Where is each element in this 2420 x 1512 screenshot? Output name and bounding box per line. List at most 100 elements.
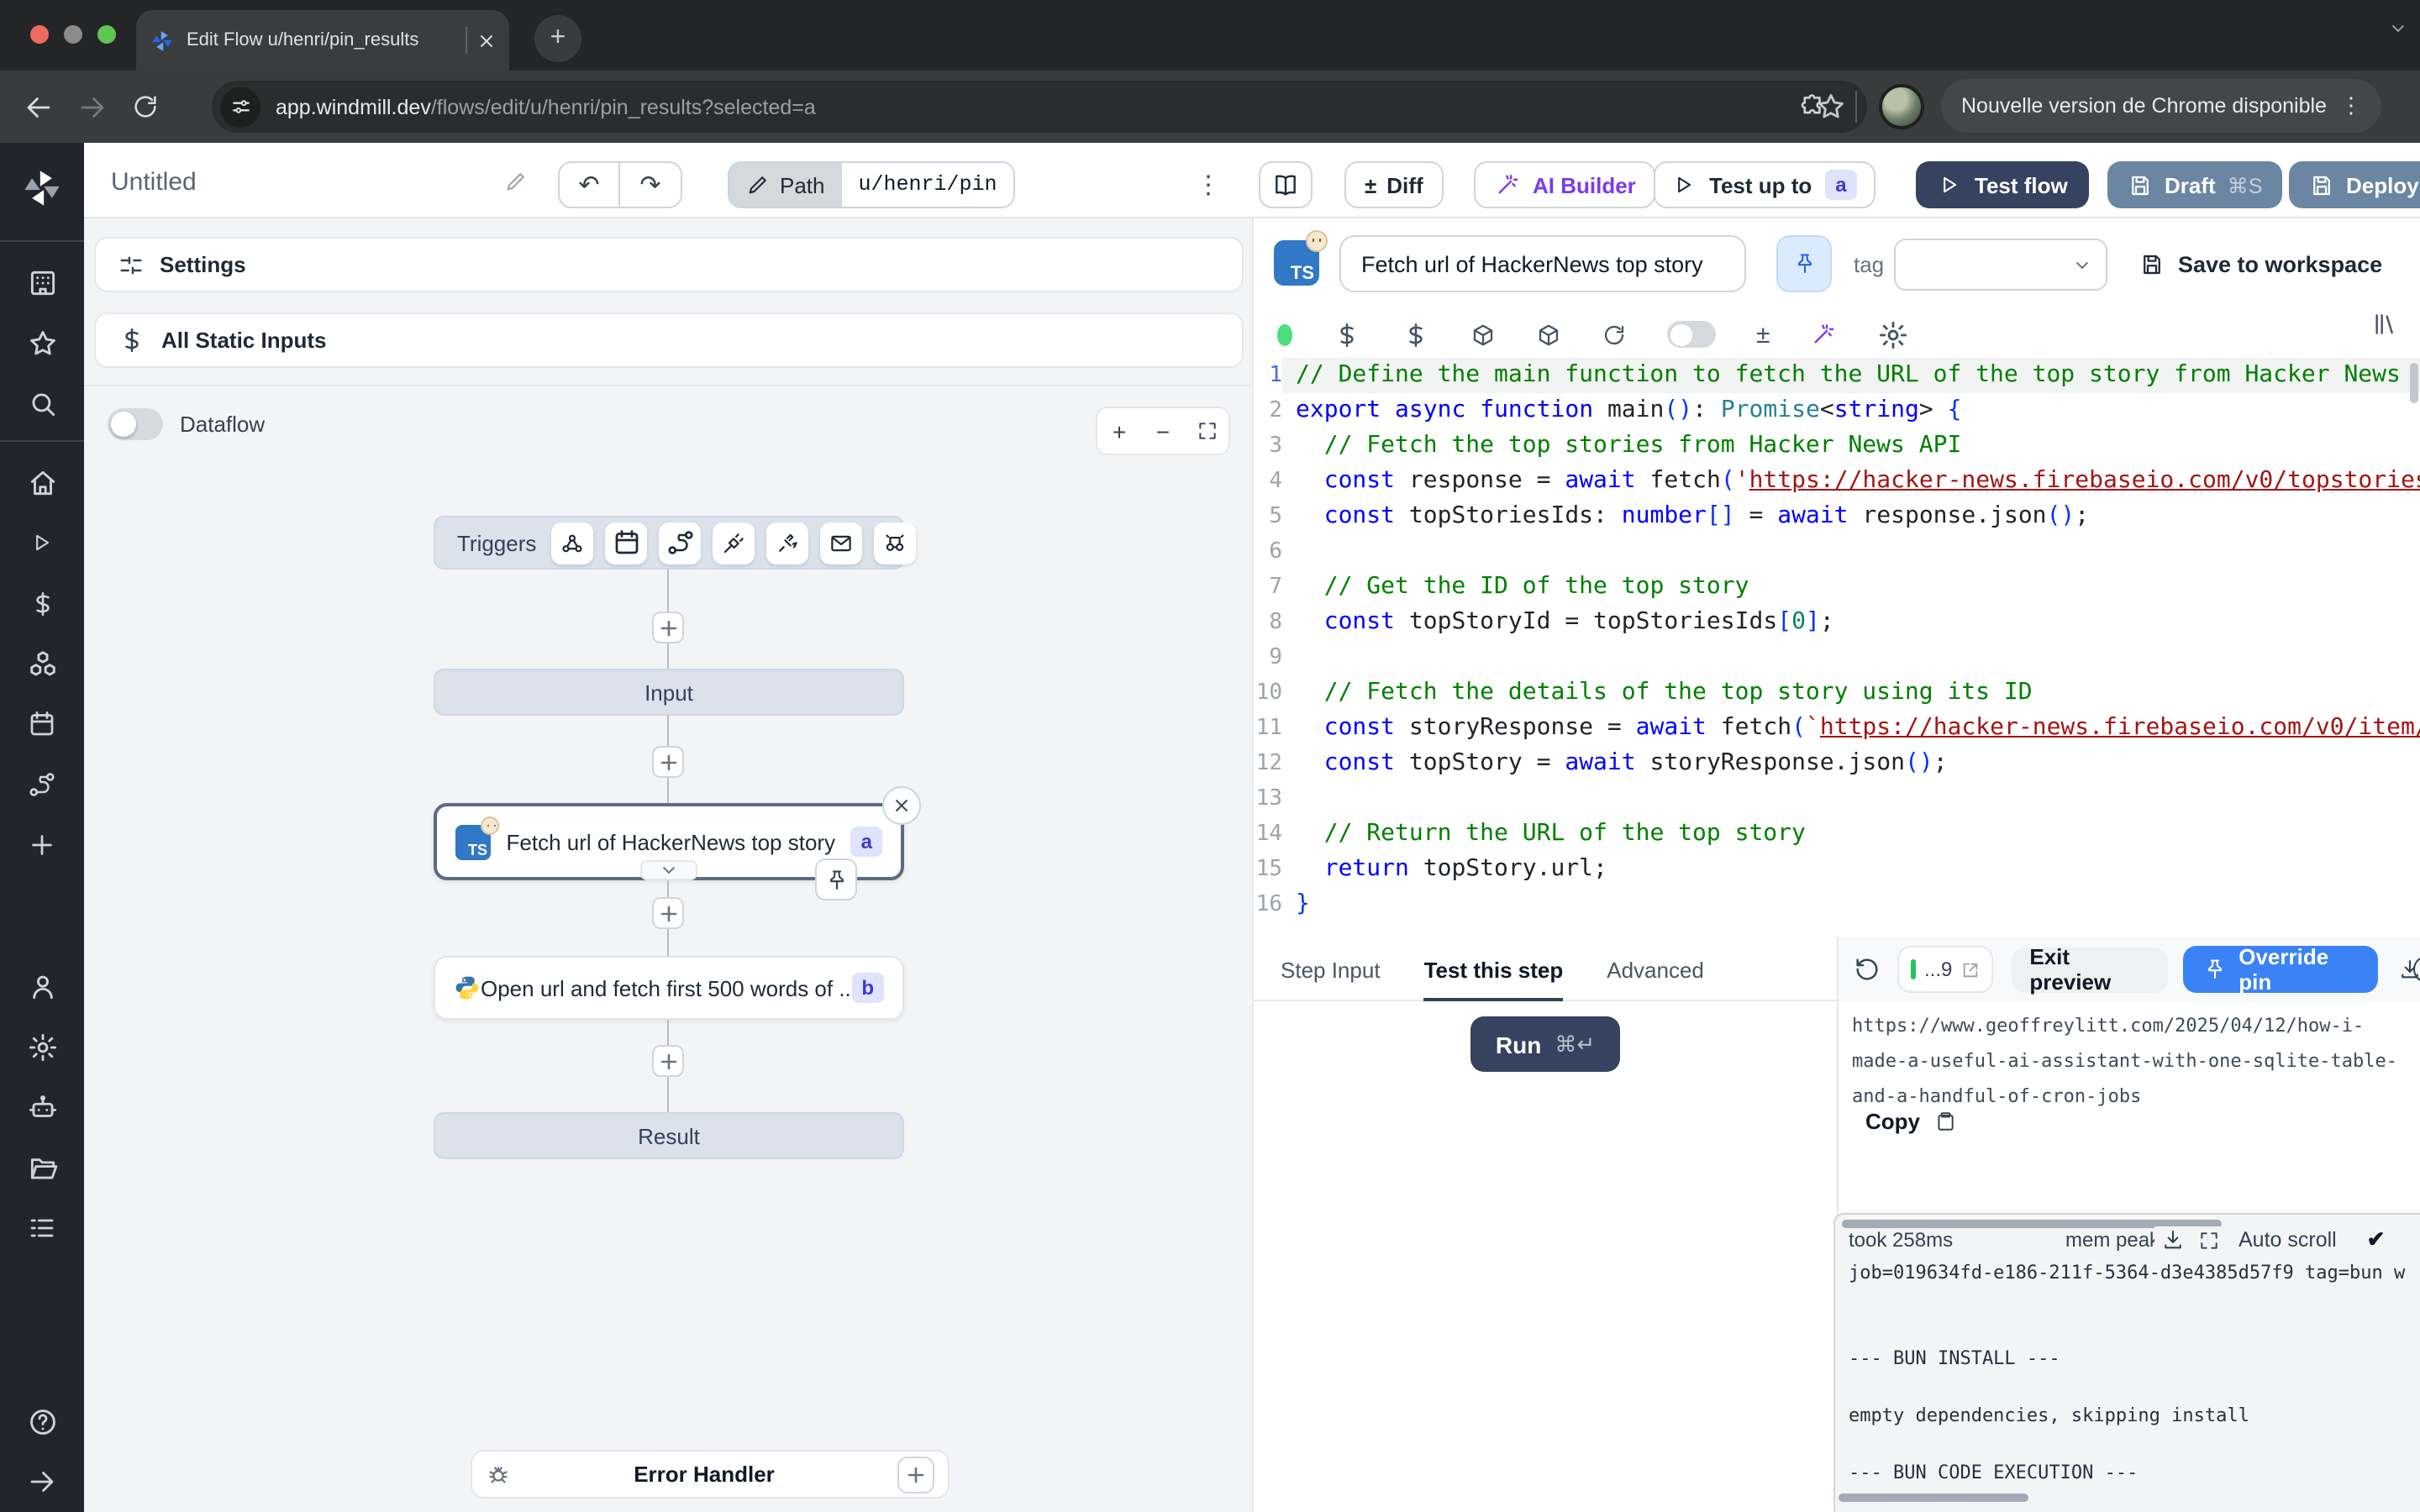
back-button[interactable] [24, 92, 54, 122]
code-line-1[interactable]: 1// Define the main function to fetch th… [1254, 358, 2420, 393]
library-icon[interactable] [2371, 311, 2398, 338]
sidebar-item-home[interactable] [12, 452, 72, 512]
all-static-inputs-row[interactable]: All Static Inputs [94, 312, 1244, 368]
editor-scrollbar[interactable] [2410, 363, 2418, 403]
logs-scrollbar-bottom[interactable] [1839, 1494, 2028, 1502]
code-line-16[interactable]: 16} [1254, 887, 2420, 922]
code-line-9[interactable]: 9 [1254, 640, 2420, 675]
window-minimize-button[interactable] [64, 25, 82, 44]
site-settings-chip[interactable] [220, 87, 260, 127]
plusminus-icon[interactable]: ± [1756, 322, 1770, 347]
window-close-button[interactable] [30, 25, 49, 44]
sidebar-item-schedules[interactable] [12, 694, 72, 754]
more-menu-button[interactable]: ⋮ [1188, 163, 1228, 207]
insert-step-button[interactable] [652, 1045, 684, 1077]
test-up-to-button[interactable]: Test up toa [1654, 161, 1876, 208]
package-icon[interactable] [1536, 322, 1561, 347]
tab-advanced[interactable]: Advanced [1607, 937, 1704, 1001]
zoom-in-button[interactable]: + [1097, 410, 1141, 452]
deploy-button[interactable]: Deploy [2289, 161, 2420, 208]
dollar-icon[interactable] [1402, 320, 1430, 349]
trigger-plug-bolt-icon[interactable] [766, 522, 808, 564]
new-tab-button[interactable]: + [534, 15, 581, 62]
sidebar-item-create[interactable] [12, 815, 72, 875]
sidebar-item-account[interactable] [12, 956, 72, 1016]
pin-toggle-button[interactable] [1776, 235, 1832, 292]
copy-result-button[interactable]: Copy [1865, 1109, 1955, 1134]
redo-button[interactable]: ↷ [620, 161, 682, 208]
window-maximize-button[interactable] [97, 25, 116, 44]
insert-step-button[interactable] [652, 612, 684, 643]
add-error-handler-button[interactable] [897, 1456, 934, 1493]
tag-select[interactable] [1894, 239, 2107, 291]
collapse-node-button[interactable] [640, 860, 697, 880]
expand-logs-icon[interactable] [2198, 1229, 2220, 1251]
forward-button[interactable] [77, 92, 108, 122]
step-node-a[interactable]: TS Fetch url of HackerNews top story a [434, 803, 904, 880]
address-bar[interactable]: app.windmill.dev/flows/edit/u/henri/pin_… [212, 81, 1867, 133]
sidebar-item-workspace[interactable] [12, 252, 72, 312]
profile-avatar[interactable] [1879, 84, 1924, 129]
code-line-4[interactable]: 4 const response = await fetch('https://… [1254, 464, 2420, 499]
sidebar-item-resources[interactable] [12, 633, 72, 694]
error-handler-node[interactable]: Error Handler [471, 1450, 950, 1499]
fit-view-button[interactable] [1185, 410, 1228, 452]
trigger-poll-icon[interactable] [874, 522, 916, 564]
code-line-5[interactable]: 5 const topStoriesIds: number[] = await … [1254, 499, 2420, 534]
diff-button[interactable]: ±Diff [1344, 161, 1444, 208]
code-line-7[interactable]: 7 // Get the ID of the top story [1254, 570, 2420, 605]
dollar-icon[interactable] [1333, 320, 1361, 349]
code-line-8[interactable]: 8 const topStoryId = topStoriesIds[0]; [1254, 605, 2420, 640]
code-line-12[interactable]: 12 const topStory = await storyResponse.… [1254, 746, 2420, 781]
sidebar-item-windmill-logo[interactable] [12, 158, 72, 218]
trigger-calendar-icon[interactable] [605, 522, 647, 564]
trigger-mail-icon[interactable] [820, 522, 862, 564]
trigger-plug-icon[interactable] [713, 522, 755, 564]
path-button[interactable]: Path u/henri/pin [728, 161, 1016, 208]
sidebar-item-runs[interactable] [12, 512, 72, 573]
result-node[interactable]: Result [434, 1112, 904, 1159]
step-node-b[interactable]: Open url and fetch first 500 words of ..… [434, 956, 904, 1020]
run-button[interactable]: Run ⌘↵ [1470, 1016, 1620, 1072]
trigger-webhook-icon[interactable] [551, 522, 593, 564]
save-to-workspace-button[interactable]: Save to workspace [2139, 240, 2382, 287]
sidebar-item-workers[interactable] [12, 1077, 72, 1137]
history-icon[interactable] [1854, 956, 1881, 983]
tab-step-input[interactable]: Step Input [1281, 937, 1381, 1001]
flow-name-field[interactable]: Untitled [111, 161, 528, 202]
dataflow-toggle[interactable] [108, 408, 163, 440]
docs-button[interactable] [1259, 161, 1313, 208]
sidebar-item-expand-sidebar[interactable] [12, 1452, 72, 1512]
test-flow-button[interactable]: Test flow [1916, 161, 2090, 208]
insert-step-button[interactable] [652, 746, 684, 778]
sidebar-item-favorites[interactable] [12, 312, 72, 373]
download-logs-icon[interactable] [2161, 1228, 2185, 1252]
editor-toggle[interactable] [1667, 321, 1716, 348]
reload-button[interactable] [131, 92, 160, 121]
tab-close-icon[interactable] [477, 31, 496, 50]
wand-icon[interactable] [1810, 321, 1837, 348]
chrome-update-button[interactable]: Nouvelle version de Chrome disponible ⋮ [1941, 79, 2382, 133]
ai-builder-button[interactable]: AI Builder [1474, 161, 1656, 208]
sidebar-item-triggers[interactable] [12, 754, 72, 815]
auto-scroll-checkbox[interactable]: ✔ [2367, 1226, 2386, 1253]
remove-step-button[interactable] [882, 786, 921, 825]
package-icon[interactable] [1470, 322, 1496, 347]
code-line-6[interactable]: 6 [1254, 534, 2420, 570]
path-edit-segment[interactable]: Path [729, 163, 842, 207]
pinned-indicator-button[interactable] [815, 858, 857, 900]
draft-button[interactable]: Draft⌘S [2107, 161, 2282, 208]
exit-preview-button[interactable]: Exit preview [2011, 947, 2168, 992]
sidebar-item-search[interactable] [12, 373, 72, 433]
triggers-node[interactable]: Triggers [434, 516, 904, 570]
code-line-15[interactable]: 15 return topStory.url; [1254, 852, 2420, 887]
tab-test-this-step[interactable]: Test this step [1424, 937, 1564, 1001]
code-line-14[interactable]: 14 // Return the URL of the top story [1254, 816, 2420, 852]
sidebar-item-variables[interactable] [12, 573, 72, 633]
zoom-out-button[interactable]: − [1141, 410, 1185, 452]
code-line-10[interactable]: 10 // Fetch the details of the top story… [1254, 675, 2420, 711]
undo-button[interactable]: ↶ [558, 161, 620, 208]
insert-step-button[interactable] [652, 897, 684, 929]
sidebar-item-folders[interactable] [12, 1137, 72, 1198]
code-line-13[interactable]: 13 [1254, 781, 2420, 816]
